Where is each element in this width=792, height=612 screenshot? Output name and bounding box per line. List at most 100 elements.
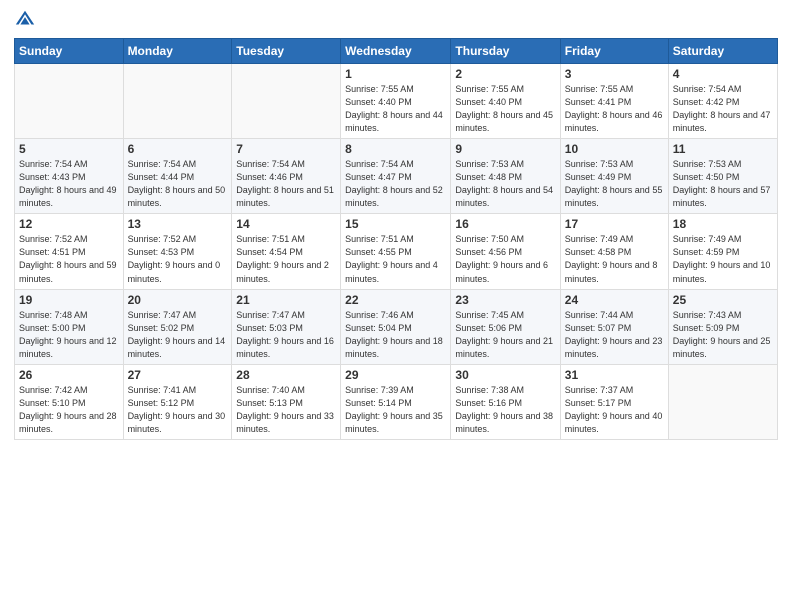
calendar-cell: 10 Sunrise: 7:53 AM Sunset: 4:49 PM Dayli… <box>560 139 668 214</box>
day-info: Sunrise: 7:51 AM Sunset: 4:54 PM Dayligh… <box>236 233 336 285</box>
calendar-cell: 12 Sunrise: 7:52 AM Sunset: 4:51 PM Dayli… <box>15 214 124 289</box>
calendar-cell <box>123 64 232 139</box>
day-number: 23 <box>455 293 555 307</box>
weekday-header-thursday: Thursday <box>451 39 560 64</box>
day-number: 19 <box>19 293 119 307</box>
day-number: 17 <box>565 217 664 231</box>
calendar-cell: 6 Sunrise: 7:54 AM Sunset: 4:44 PM Daylig… <box>123 139 232 214</box>
calendar-cell: 7 Sunrise: 7:54 AM Sunset: 4:46 PM Daylig… <box>232 139 341 214</box>
day-info: Sunrise: 7:47 AM Sunset: 5:03 PM Dayligh… <box>236 309 336 361</box>
day-number: 5 <box>19 142 119 156</box>
day-info: Sunrise: 7:52 AM Sunset: 4:51 PM Dayligh… <box>19 233 119 285</box>
calendar-cell: 21 Sunrise: 7:47 AM Sunset: 5:03 PM Dayli… <box>232 289 341 364</box>
day-number: 26 <box>19 368 119 382</box>
day-info: Sunrise: 7:54 AM Sunset: 4:47 PM Dayligh… <box>345 158 446 210</box>
day-info: Sunrise: 7:43 AM Sunset: 5:09 PM Dayligh… <box>673 309 773 361</box>
day-number: 15 <box>345 217 446 231</box>
weekday-header-friday: Friday <box>560 39 668 64</box>
day-number: 22 <box>345 293 446 307</box>
day-number: 3 <box>565 67 664 81</box>
logo <box>14 10 36 30</box>
day-info: Sunrise: 7:53 AM Sunset: 4:50 PM Dayligh… <box>673 158 773 210</box>
calendar-week-row: 19 Sunrise: 7:48 AM Sunset: 5:00 PM Dayli… <box>15 289 778 364</box>
day-info: Sunrise: 7:55 AM Sunset: 4:40 PM Dayligh… <box>345 83 446 135</box>
calendar-cell <box>232 64 341 139</box>
calendar-cell <box>668 364 777 439</box>
day-info: Sunrise: 7:42 AM Sunset: 5:10 PM Dayligh… <box>19 384 119 436</box>
day-info: Sunrise: 7:37 AM Sunset: 5:17 PM Dayligh… <box>565 384 664 436</box>
day-number: 20 <box>128 293 228 307</box>
calendar-cell: 13 Sunrise: 7:52 AM Sunset: 4:53 PM Dayli… <box>123 214 232 289</box>
day-number: 8 <box>345 142 446 156</box>
calendar-cell: 26 Sunrise: 7:42 AM Sunset: 5:10 PM Dayli… <box>15 364 124 439</box>
day-info: Sunrise: 7:49 AM Sunset: 4:59 PM Dayligh… <box>673 233 773 285</box>
calendar-cell: 24Sunrise: 7:44 AM Sunset: 5:07 PM Dayli… <box>560 289 668 364</box>
day-info: Sunrise: 7:54 AM Sunset: 4:46 PM Dayligh… <box>236 158 336 210</box>
day-info: Sunrise: 7:55 AM Sunset: 4:41 PM Dayligh… <box>565 83 664 135</box>
weekday-header-tuesday: Tuesday <box>232 39 341 64</box>
calendar-cell: 11 Sunrise: 7:53 AM Sunset: 4:50 PM Dayli… <box>668 139 777 214</box>
day-number: 16 <box>455 217 555 231</box>
day-number: 28 <box>236 368 336 382</box>
calendar-cell: 4 Sunrise: 7:54 AM Sunset: 4:42 PM Daylig… <box>668 64 777 139</box>
calendar-cell: 23 Sunrise: 7:45 AM Sunset: 5:06 PM Dayli… <box>451 289 560 364</box>
day-number: 25 <box>673 293 773 307</box>
calendar-cell: 31Sunrise: 7:37 AM Sunset: 5:17 PM Dayli… <box>560 364 668 439</box>
day-info: Sunrise: 7:44 AM Sunset: 5:07 PM Dayligh… <box>565 309 664 361</box>
day-info: Sunrise: 7:54 AM Sunset: 4:42 PM Dayligh… <box>673 83 773 135</box>
day-number: 11 <box>673 142 773 156</box>
calendar-cell: 8 Sunrise: 7:54 AM Sunset: 4:47 PM Daylig… <box>341 139 451 214</box>
day-info: Sunrise: 7:40 AM Sunset: 5:13 PM Dayligh… <box>236 384 336 436</box>
day-info: Sunrise: 7:49 AM Sunset: 4:58 PM Dayligh… <box>565 233 664 285</box>
day-info: Sunrise: 7:46 AM Sunset: 5:04 PM Dayligh… <box>345 309 446 361</box>
calendar-table: SundayMondayTuesdayWednesdayThursdayFrid… <box>14 38 778 440</box>
day-number: 29 <box>345 368 446 382</box>
day-number: 6 <box>128 142 228 156</box>
calendar-cell: 3 Sunrise: 7:55 AM Sunset: 4:41 PM Daylig… <box>560 64 668 139</box>
calendar-cell: 30 Sunrise: 7:38 AM Sunset: 5:16 PM Dayli… <box>451 364 560 439</box>
page-container: SundayMondayTuesdayWednesdayThursdayFrid… <box>0 0 792 450</box>
day-info: Sunrise: 7:48 AM Sunset: 5:00 PM Dayligh… <box>19 309 119 361</box>
weekday-header-saturday: Saturday <box>668 39 777 64</box>
day-info: Sunrise: 7:38 AM Sunset: 5:16 PM Dayligh… <box>455 384 555 436</box>
calendar-cell <box>15 64 124 139</box>
calendar-cell: 16 Sunrise: 7:50 AM Sunset: 4:56 PM Dayli… <box>451 214 560 289</box>
calendar-cell: 20Sunrise: 7:47 AM Sunset: 5:02 PM Dayli… <box>123 289 232 364</box>
weekday-header-wednesday: Wednesday <box>341 39 451 64</box>
calendar-cell: 22 Sunrise: 7:46 AM Sunset: 5:04 PM Dayli… <box>341 289 451 364</box>
day-number: 10 <box>565 142 664 156</box>
day-info: Sunrise: 7:52 AM Sunset: 4:53 PM Dayligh… <box>128 233 228 285</box>
day-number: 7 <box>236 142 336 156</box>
day-info: Sunrise: 7:54 AM Sunset: 4:44 PM Dayligh… <box>128 158 228 210</box>
day-number: 14 <box>236 217 336 231</box>
header <box>14 10 778 30</box>
calendar-cell: 19 Sunrise: 7:48 AM Sunset: 5:00 PM Dayli… <box>15 289 124 364</box>
calendar-cell: 5 Sunrise: 7:54 AM Sunset: 4:43 PM Daylig… <box>15 139 124 214</box>
day-info: Sunrise: 7:45 AM Sunset: 5:06 PM Dayligh… <box>455 309 555 361</box>
calendar-cell: 18Sunrise: 7:49 AM Sunset: 4:59 PM Dayli… <box>668 214 777 289</box>
calendar-week-row: 1Sunrise: 7:55 AM Sunset: 4:40 PM Daylig… <box>15 64 778 139</box>
day-info: Sunrise: 7:41 AM Sunset: 5:12 PM Dayligh… <box>128 384 228 436</box>
day-number: 12 <box>19 217 119 231</box>
day-info: Sunrise: 7:39 AM Sunset: 5:14 PM Dayligh… <box>345 384 446 436</box>
day-number: 9 <box>455 142 555 156</box>
calendar-cell: 25 Sunrise: 7:43 AM Sunset: 5:09 PM Dayli… <box>668 289 777 364</box>
day-info: Sunrise: 7:54 AM Sunset: 4:43 PM Dayligh… <box>19 158 119 210</box>
weekday-header-monday: Monday <box>123 39 232 64</box>
calendar-cell: 17 Sunrise: 7:49 AM Sunset: 4:58 PM Dayli… <box>560 214 668 289</box>
day-info: Sunrise: 7:50 AM Sunset: 4:56 PM Dayligh… <box>455 233 555 285</box>
day-info: Sunrise: 7:55 AM Sunset: 4:40 PM Dayligh… <box>455 83 555 135</box>
day-number: 13 <box>128 217 228 231</box>
day-info: Sunrise: 7:53 AM Sunset: 4:49 PM Dayligh… <box>565 158 664 210</box>
calendar-cell: 27Sunrise: 7:41 AM Sunset: 5:12 PM Dayli… <box>123 364 232 439</box>
day-number: 2 <box>455 67 555 81</box>
day-number: 4 <box>673 67 773 81</box>
day-number: 21 <box>236 293 336 307</box>
calendar-cell: 15Sunrise: 7:51 AM Sunset: 4:55 PM Dayli… <box>341 214 451 289</box>
calendar-week-row: 12 Sunrise: 7:52 AM Sunset: 4:51 PM Dayli… <box>15 214 778 289</box>
calendar-week-row: 26 Sunrise: 7:42 AM Sunset: 5:10 PM Dayli… <box>15 364 778 439</box>
logo-icon <box>14 8 36 30</box>
weekday-header-row: SundayMondayTuesdayWednesdayThursdayFrid… <box>15 39 778 64</box>
calendar-week-row: 5 Sunrise: 7:54 AM Sunset: 4:43 PM Daylig… <box>15 139 778 214</box>
day-number: 30 <box>455 368 555 382</box>
